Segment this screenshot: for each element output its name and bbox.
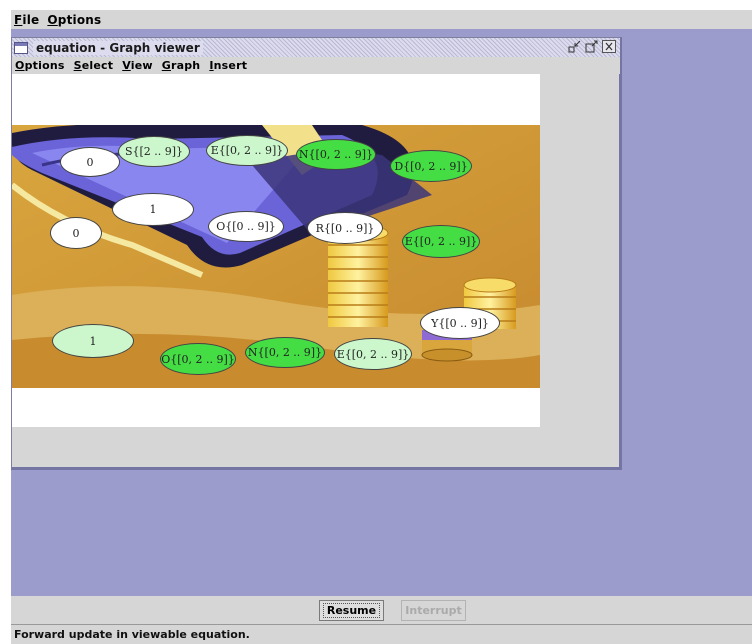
status-text: Forward update in viewable equation. [14, 628, 250, 641]
graph-viewer-window: equation - Graph viewer Options Select V… [11, 37, 622, 470]
window-icon [14, 41, 28, 54]
window-title: equation - Graph viewer [33, 40, 203, 55]
window-menu-view-mnemonic: V [122, 59, 131, 72]
desktop-pane: equation - Graph viewer Options Select V… [11, 29, 752, 596]
window-menu-graph-mnemonic: G [161, 59, 171, 72]
menu-options-label: ptions [57, 12, 102, 27]
maximize-icon[interactable] [585, 40, 599, 53]
window-menu-options-mnemonic: O [15, 59, 25, 72]
application-window: File Options equation - Graph viewer Opt… [11, 10, 752, 644]
window-menu-select-mnemonic: S [73, 59, 82, 72]
resume-button[interactable]: Resume [319, 599, 384, 621]
graph-node[interactable]: N{[0, 2 .. 9]} [296, 139, 376, 170]
iconify-icon[interactable] [568, 40, 582, 53]
graph-node[interactable]: O{[0 .. 9]} [208, 211, 284, 242]
menu-options-mnemonic: O [47, 12, 58, 27]
window-menu-select-label: elect [81, 59, 114, 72]
graph-node[interactable]: 1 [112, 193, 194, 226]
window-menu-insert[interactable]: Insert [206, 59, 250, 72]
graph-node[interactable]: N{[0, 2 .. 9]} [245, 337, 325, 368]
graph-node[interactable]: O{[0, 2 .. 9]} [160, 343, 236, 375]
graph-node[interactable]: D{[0, 2 .. 9]} [390, 150, 472, 182]
interrupt-button[interactable]: Interrupt [401, 599, 466, 621]
graph-node[interactable]: Y{[0 .. 9]} [420, 307, 500, 339]
control-bar: Resume Interrupt [11, 596, 752, 624]
window-titlebar[interactable]: equation - Graph viewer [12, 38, 620, 57]
window-menu-graph[interactable]: Graph [159, 59, 204, 72]
graph-node[interactable]: S{[2 .. 9]} [118, 136, 190, 167]
graph-node[interactable]: E{[0, 2 .. 9]} [402, 225, 480, 258]
main-menubar: File Options [11, 10, 752, 29]
window-menu-select[interactable]: Select [71, 59, 117, 72]
graph-canvas[interactable]: 0 S{[2 .. 9]} E{[0, 2 .. 9]} N{[0, 2 .. … [12, 74, 540, 427]
window-menu-view-label: iew [130, 59, 153, 72]
graph-node[interactable]: 1 [52, 324, 134, 358]
interrupt-button-label: Interrupt [405, 603, 462, 617]
window-menu-options-label: ptions [24, 59, 65, 72]
window-menu-insert-label: nsert [213, 59, 248, 72]
menu-file[interactable]: File [11, 13, 42, 27]
window-menu-graph-label: raph [170, 59, 201, 72]
menu-file-label: ile [22, 12, 40, 27]
graph-node[interactable]: R{[0 .. 9]} [307, 212, 383, 244]
menu-options[interactable]: Options [44, 13, 104, 27]
window-controls [568, 40, 616, 53]
status-bar: Forward update in viewable equation. [11, 624, 752, 644]
window-menu-view[interactable]: View [119, 59, 156, 72]
resume-button-label: Resume [322, 602, 381, 618]
graph-node[interactable]: 0 [60, 147, 120, 177]
graph-node[interactable]: 0 [50, 217, 102, 249]
close-icon[interactable] [602, 40, 616, 53]
graph-scene[interactable]: 0 S{[2 .. 9]} E{[0, 2 .. 9]} N{[0, 2 .. … [12, 125, 540, 388]
graph-node[interactable]: E{[0, 2 .. 9]} [206, 135, 288, 166]
window-menu-options[interactable]: Options [12, 59, 68, 72]
window-menubar: Options Select View Graph Insert [12, 57, 620, 74]
graph-node[interactable]: E{[0, 2 .. 9]} [334, 338, 412, 370]
